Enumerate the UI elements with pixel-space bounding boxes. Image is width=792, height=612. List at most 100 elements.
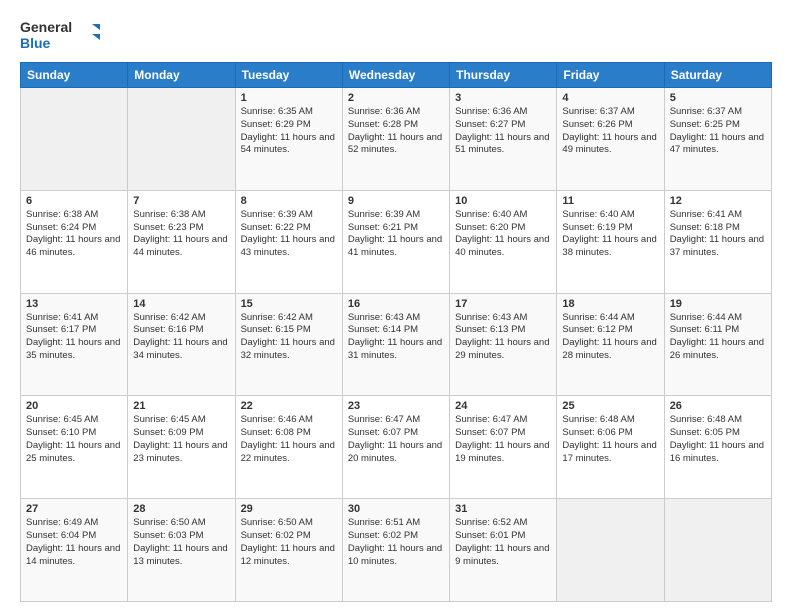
day-number: 6 xyxy=(26,195,122,207)
day-number: 3 xyxy=(455,92,551,104)
day-number: 31 xyxy=(455,503,551,515)
day-number: 2 xyxy=(348,92,444,104)
day-info: Sunrise: 6:44 AM Sunset: 6:12 PM Dayligh… xyxy=(562,312,658,363)
calendar-cell: 25 Sunrise: 6:48 AM Sunset: 6:06 PM Dayli… xyxy=(557,396,664,499)
day-info: Sunrise: 6:40 AM Sunset: 6:19 PM Dayligh… xyxy=(562,209,658,260)
day-number: 15 xyxy=(241,298,337,310)
day-info: Sunrise: 6:47 AM Sunset: 6:07 PM Dayligh… xyxy=(348,414,444,465)
day-number: 25 xyxy=(562,400,658,412)
day-number: 7 xyxy=(133,195,229,207)
day-info: Sunrise: 6:43 AM Sunset: 6:14 PM Dayligh… xyxy=(348,312,444,363)
calendar-table: SundayMondayTuesdayWednesdayThursdayFrid… xyxy=(20,62,772,602)
calendar-cell xyxy=(557,499,664,602)
calendar-cell: 13 Sunrise: 6:41 AM Sunset: 6:17 PM Dayli… xyxy=(21,293,128,396)
day-number: 20 xyxy=(26,400,122,412)
calendar-cell: 28Sunrise: 6:50 AM Sunset: 6:03 PM Dayli… xyxy=(128,499,235,602)
day-info: Sunrise: 6:45 AM Sunset: 6:10 PM Dayligh… xyxy=(26,414,122,465)
day-info: Sunrise: 6:52 AM Sunset: 6:01 PM Dayligh… xyxy=(455,517,551,568)
calendar-cell: 27Sunrise: 6:49 AM Sunset: 6:04 PM Dayli… xyxy=(21,499,128,602)
day-info: Sunrise: 6:38 AM Sunset: 6:23 PM Dayligh… xyxy=(133,209,229,260)
calendar-cell: 5 Sunrise: 6:37 AM Sunset: 6:25 PM Daylig… xyxy=(664,88,771,191)
calendar-header-row: SundayMondayTuesdayWednesdayThursdayFrid… xyxy=(21,63,772,88)
day-number: 30 xyxy=(348,503,444,515)
day-number: 26 xyxy=(670,400,766,412)
calendar-cell: 8 Sunrise: 6:39 AM Sunset: 6:22 PM Daylig… xyxy=(235,190,342,293)
day-number: 11 xyxy=(562,195,658,207)
day-number: 13 xyxy=(26,298,122,310)
day-number: 24 xyxy=(455,400,551,412)
day-number: 18 xyxy=(562,298,658,310)
day-info: Sunrise: 6:37 AM Sunset: 6:25 PM Dayligh… xyxy=(670,106,766,157)
day-header-thursday: Thursday xyxy=(450,63,557,88)
day-info: Sunrise: 6:39 AM Sunset: 6:21 PM Dayligh… xyxy=(348,209,444,260)
day-info: Sunrise: 6:42 AM Sunset: 6:16 PM Dayligh… xyxy=(133,312,229,363)
calendar-cell: 22 Sunrise: 6:46 AM Sunset: 6:08 PM Dayli… xyxy=(235,396,342,499)
calendar-cell: 16 Sunrise: 6:43 AM Sunset: 6:14 PM Dayli… xyxy=(342,293,449,396)
calendar-cell: 19Sunrise: 6:44 AM Sunset: 6:11 PM Dayli… xyxy=(664,293,771,396)
day-number: 12 xyxy=(670,195,766,207)
day-info: Sunrise: 6:46 AM Sunset: 6:08 PM Dayligh… xyxy=(241,414,337,465)
day-info: Sunrise: 6:39 AM Sunset: 6:22 PM Dayligh… xyxy=(241,209,337,260)
day-info: Sunrise: 6:42 AM Sunset: 6:15 PM Dayligh… xyxy=(241,312,337,363)
day-number: 16 xyxy=(348,298,444,310)
day-number: 29 xyxy=(241,503,337,515)
day-info: Sunrise: 6:36 AM Sunset: 6:27 PM Dayligh… xyxy=(455,106,551,157)
svg-text:Blue: Blue xyxy=(20,35,51,51)
day-number: 21 xyxy=(133,400,229,412)
day-header-friday: Friday xyxy=(557,63,664,88)
calendar-cell xyxy=(664,499,771,602)
day-info: Sunrise: 6:50 AM Sunset: 6:03 PM Dayligh… xyxy=(133,517,229,568)
day-header-tuesday: Tuesday xyxy=(235,63,342,88)
day-info: Sunrise: 6:50 AM Sunset: 6:02 PM Dayligh… xyxy=(241,517,337,568)
svg-text:General: General xyxy=(20,19,72,35)
calendar-cell: 31 Sunrise: 6:52 AM Sunset: 6:01 PM Dayli… xyxy=(450,499,557,602)
day-info: Sunrise: 6:41 AM Sunset: 6:18 PM Dayligh… xyxy=(670,209,766,260)
day-number: 17 xyxy=(455,298,551,310)
day-number: 8 xyxy=(241,195,337,207)
calendar-cell: 7 Sunrise: 6:38 AM Sunset: 6:23 PM Daylig… xyxy=(128,190,235,293)
calendar-week-2: 6 Sunrise: 6:38 AM Sunset: 6:24 PM Daylig… xyxy=(21,190,772,293)
calendar-cell: 4 Sunrise: 6:37 AM Sunset: 6:26 PM Daylig… xyxy=(557,88,664,191)
logo: General Blue xyxy=(20,16,100,52)
calendar-cell: 6 Sunrise: 6:38 AM Sunset: 6:24 PM Daylig… xyxy=(21,190,128,293)
calendar-cell: 21 Sunrise: 6:45 AM Sunset: 6:09 PM Dayli… xyxy=(128,396,235,499)
calendar-cell: 15 Sunrise: 6:42 AM Sunset: 6:15 PM Dayli… xyxy=(235,293,342,396)
day-info: Sunrise: 6:41 AM Sunset: 6:17 PM Dayligh… xyxy=(26,312,122,363)
day-number: 5 xyxy=(670,92,766,104)
day-number: 23 xyxy=(348,400,444,412)
calendar-cell: 1 Sunrise: 6:35 AM Sunset: 6:29 PM Daylig… xyxy=(235,88,342,191)
day-header-monday: Monday xyxy=(128,63,235,88)
day-number: 22 xyxy=(241,400,337,412)
calendar-cell xyxy=(128,88,235,191)
calendar-week-3: 13 Sunrise: 6:41 AM Sunset: 6:17 PM Dayli… xyxy=(21,293,772,396)
calendar-cell: 18 Sunrise: 6:44 AM Sunset: 6:12 PM Dayli… xyxy=(557,293,664,396)
calendar-cell: 9 Sunrise: 6:39 AM Sunset: 6:21 PM Daylig… xyxy=(342,190,449,293)
calendar-cell: 20 Sunrise: 6:45 AM Sunset: 6:10 PM Dayli… xyxy=(21,396,128,499)
calendar-cell: 2 Sunrise: 6:36 AM Sunset: 6:28 PM Daylig… xyxy=(342,88,449,191)
day-info: Sunrise: 6:48 AM Sunset: 6:06 PM Dayligh… xyxy=(562,414,658,465)
calendar-cell: 14 Sunrise: 6:42 AM Sunset: 6:16 PM Dayli… xyxy=(128,293,235,396)
calendar-cell: 23 Sunrise: 6:47 AM Sunset: 6:07 PM Dayli… xyxy=(342,396,449,499)
calendar-cell: 30 Sunrise: 6:51 AM Sunset: 6:02 PM Dayli… xyxy=(342,499,449,602)
day-number: 9 xyxy=(348,195,444,207)
day-number: 1 xyxy=(241,92,337,104)
day-info: Sunrise: 6:51 AM Sunset: 6:02 PM Dayligh… xyxy=(348,517,444,568)
day-info: Sunrise: 6:40 AM Sunset: 6:20 PM Dayligh… xyxy=(455,209,551,260)
calendar-cell xyxy=(21,88,128,191)
day-header-sunday: Sunday xyxy=(21,63,128,88)
day-info: Sunrise: 6:36 AM Sunset: 6:28 PM Dayligh… xyxy=(348,106,444,157)
day-info: Sunrise: 6:37 AM Sunset: 6:26 PM Dayligh… xyxy=(562,106,658,157)
calendar-cell: 17Sunrise: 6:43 AM Sunset: 6:13 PM Dayli… xyxy=(450,293,557,396)
day-info: Sunrise: 6:45 AM Sunset: 6:09 PM Dayligh… xyxy=(133,414,229,465)
day-number: 27 xyxy=(26,503,122,515)
calendar-week-4: 20 Sunrise: 6:45 AM Sunset: 6:10 PM Dayli… xyxy=(21,396,772,499)
logo-svg: General Blue xyxy=(20,16,100,52)
day-info: Sunrise: 6:35 AM Sunset: 6:29 PM Dayligh… xyxy=(241,106,337,157)
calendar-cell: 26Sunrise: 6:48 AM Sunset: 6:05 PM Dayli… xyxy=(664,396,771,499)
day-number: 4 xyxy=(562,92,658,104)
day-number: 19 xyxy=(670,298,766,310)
day-info: Sunrise: 6:38 AM Sunset: 6:24 PM Dayligh… xyxy=(26,209,122,260)
day-number: 10 xyxy=(455,195,551,207)
day-number: 14 xyxy=(133,298,229,310)
calendar-week-5: 27Sunrise: 6:49 AM Sunset: 6:04 PM Dayli… xyxy=(21,499,772,602)
